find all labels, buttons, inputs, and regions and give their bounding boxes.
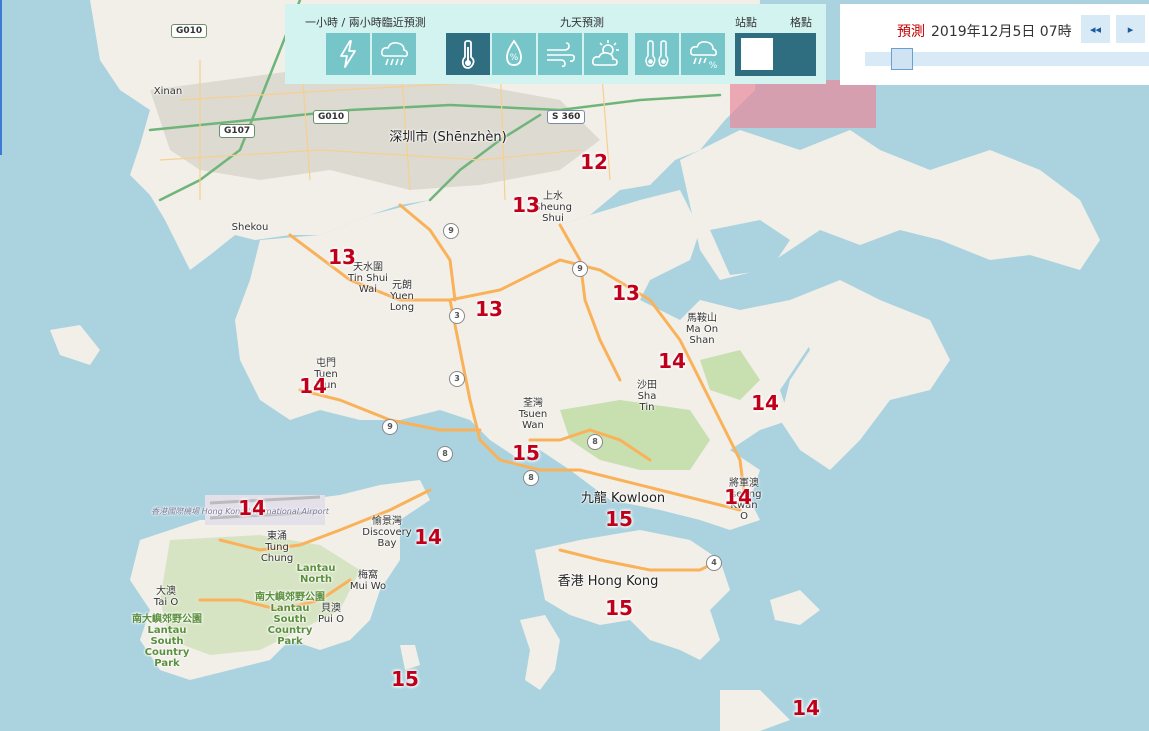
shield-g010-south: G010 (313, 110, 350, 124)
temp-lok-ma-chau[interactable]: 12 (580, 150, 608, 174)
place-ma-on-shan: 馬鞍山 Ma On Shan (685, 313, 719, 346)
temp-tseung-kwan-o[interactable]: 14 (724, 485, 752, 509)
temperature-button[interactable] (446, 33, 490, 75)
rain-cloud-icon (381, 42, 408, 66)
temp-waglan[interactable]: 14 (792, 696, 820, 720)
route-marker-3-north: 3 (449, 308, 465, 324)
left-edge-indicator (0, 0, 2, 155)
place-lantau-north: Lantau North (296, 563, 336, 585)
svg-text:%: % (709, 61, 718, 70)
weather-button[interactable] (584, 33, 628, 75)
place-yuen-long: 元朗 Yuen Long (389, 280, 415, 313)
forecast-time: 2019年12月5日 07時 (931, 24, 1072, 40)
temp-tuen-mun[interactable]: 14 (299, 374, 327, 398)
route-marker-8-south: 8 (523, 470, 539, 486)
shield-g107: G107 (219, 124, 256, 138)
rain-probability-icon: % (690, 41, 718, 70)
restricted-area (730, 80, 876, 128)
place-xinan: Xinan (153, 86, 183, 97)
place-tung-chung: 東涌 Tung Chung (260, 531, 294, 564)
temp-yuen-long[interactable]: 13 (475, 297, 503, 321)
route-marker-9-east: 9 (572, 261, 588, 277)
place-lantau-south: 南大嶼郊野公園 Lantau South Country Park (255, 592, 325, 647)
group-label-station: 站點 (735, 16, 757, 29)
group-label-nowcast: 一小時 / 兩小時臨近預測 (305, 16, 426, 29)
place-mui-wo: 梅窩 Mui Wo (349, 570, 387, 592)
temp-airport[interactable]: 14 (238, 496, 266, 520)
previous-time-button[interactable]: ◂◂ (1081, 15, 1110, 43)
forecast-label: 預測 (897, 24, 925, 40)
place-sha-tin: 沙田 Sha Tin (637, 380, 657, 413)
shield-g010-north: G010 (171, 24, 208, 38)
sun-cloud-icon (592, 40, 619, 66)
place-hong-kong: 香港 Hong Kong (557, 574, 659, 589)
rain-probability-button[interactable]: % (681, 33, 725, 75)
route-marker-4: 4 (706, 555, 722, 571)
svg-text:%: % (510, 53, 519, 63)
time-slider-handle[interactable] (891, 48, 914, 70)
temp-kowloon[interactable]: 15 (605, 507, 633, 531)
temp-tin-shui-wai[interactable]: 13 (328, 245, 356, 269)
temp-lamma[interactable]: 15 (391, 667, 419, 691)
humidity-button[interactable]: % (492, 33, 536, 75)
shield-s360: S 360 (547, 110, 586, 124)
forecast-toolbar: 一小時 / 兩小時臨近預測 九天預測 站點 格點 % % (285, 4, 826, 84)
temp-ma-on-shan[interactable]: 14 (658, 349, 686, 373)
humidity-drop-icon: % (506, 39, 522, 66)
temp-sheung-shui[interactable]: 13 (512, 193, 540, 217)
temp-hong-kong-island[interactable]: 15 (605, 596, 633, 620)
group-label-nine-day: 九天預測 (560, 16, 604, 29)
toggle-knob (741, 38, 773, 70)
place-shekou: Shekou (231, 222, 269, 233)
next-time-button[interactable]: ▸ (1116, 15, 1145, 43)
route-marker-9-west: 9 (382, 419, 398, 435)
lightning-icon (340, 40, 356, 68)
place-lantau-south-west: 南大嶼郊野公園 Lantau South Country Park (132, 614, 202, 669)
rain-nowcast-button[interactable] (372, 33, 416, 75)
route-marker-8-west: 8 (437, 446, 453, 462)
temp-tsuen-wan[interactable]: 15 (512, 441, 540, 465)
lightning-button[interactable] (326, 33, 370, 75)
place-kowloon: 九龍 Kowloon (580, 491, 666, 506)
place-discovery-bay: 愉景灣 Discovery Bay (362, 516, 412, 549)
max-min-temperature-icon (645, 40, 669, 67)
wind-icon (547, 42, 575, 68)
temp-tai-po[interactable]: 13 (612, 281, 640, 305)
route-marker-3-south: 3 (449, 371, 465, 387)
place-tai-o: 大澳 Tai O (153, 586, 179, 608)
group-label-grid: 格點 (790, 16, 812, 29)
route-marker-8-centre: 8 (587, 434, 603, 450)
max-min-temperature-button[interactable] (635, 33, 679, 75)
wind-button[interactable] (538, 33, 582, 75)
place-shenzhen: 深圳市 (Shēnzhèn) (389, 130, 507, 145)
forecast-time-panel: 預測 2019年12月5日 07時 ◂◂ ▸ (840, 4, 1149, 85)
place-tsuen-wan: 荃灣 Tsuen Wan (518, 398, 548, 431)
temp-sai-kung[interactable]: 14 (751, 391, 779, 415)
station-grid-toggle[interactable] (735, 33, 816, 76)
route-marker-9-north: 9 (443, 223, 459, 239)
temp-discovery-bay[interactable]: 14 (414, 525, 442, 549)
thermometer-icon (461, 40, 475, 69)
